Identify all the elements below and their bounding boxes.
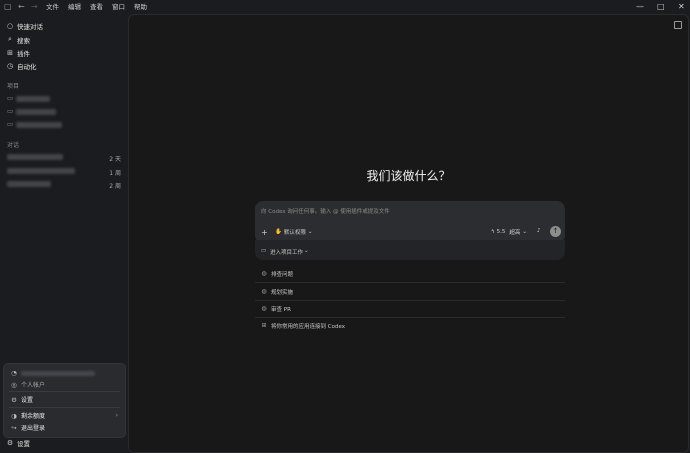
project-item[interactable] — [16, 96, 50, 102]
conversation-item[interactable] — [7, 168, 75, 174]
permission-label: 默认权限 — [283, 230, 306, 236]
popup-logout[interactable]: ↪ 退出登录 — [10, 423, 46, 433]
popup-settings[interactable]: ⚙ 设置 — [10, 395, 34, 405]
add-icon[interactable]: + — [261, 228, 268, 237]
close-icon[interactable]: ✕ — [678, 2, 685, 12]
menu-edit[interactable]: 编辑 — [68, 3, 81, 11]
nav-quick-chat[interactable]: ○ 快速对话 — [6, 20, 43, 31]
suggestion-item[interactable]: ◍ 排查问题 — [255, 265, 565, 283]
composer: 向 Codex 询问任何事。输入 @ 使用插件或提及文件 + ✋ 默认权限 ⌄ … — [255, 201, 565, 243]
nav-search[interactable]: ⌕ 搜索 — [6, 34, 30, 45]
folder-icon: ▭ — [7, 94, 14, 102]
conversations-section-label: 对话 — [7, 142, 20, 149]
suggestion-label: 规划实施 — [271, 289, 294, 296]
nav-plugins[interactable]: ⊞ 插件 — [6, 47, 30, 58]
account-email — [21, 370, 95, 376]
nav-plugins-label: 插件 — [17, 49, 30, 58]
menu-file[interactable]: 文件 — [46, 3, 59, 11]
project-item[interactable] — [16, 122, 62, 128]
suggestion-label: 排查问题 — [271, 271, 294, 278]
conversation-time: 2 天 — [109, 156, 121, 163]
chevron-down-icon: ⌄ — [304, 248, 309, 254]
search-icon: ⌕ — [8, 35, 12, 43]
gear-icon: ⚙ — [11, 395, 17, 404]
menu-view[interactable]: 查看 — [90, 3, 103, 11]
hand-icon: ✋ — [275, 229, 282, 235]
nav-quick-chat-label: 快速对话 — [17, 22, 43, 31]
minimize-icon[interactable]: — — [636, 2, 644, 12]
menu-window[interactable]: 窗口 — [112, 3, 125, 11]
conversation-item[interactable] — [7, 154, 63, 160]
project-work-label: 进入项目工作 — [270, 250, 304, 256]
chat-bubble-icon: ○ — [6, 21, 14, 30]
maximize-icon[interactable]: □ — [657, 2, 665, 12]
account-circle-icon: ◎ — [11, 380, 17, 389]
suggestion-item[interactable]: ◍ 审查 PR — [255, 300, 565, 318]
conversation-time: 1 周 — [109, 170, 121, 177]
bottom-settings[interactable]: ⚙ 设置 — [6, 437, 30, 448]
suggestion-item[interactable]: ◍ 规划实施 — [255, 283, 565, 301]
title-bar: ▢ ← → 文件 编辑 查看 窗口 帮助 — □ ✕ — [0, 0, 690, 14]
github-icon: ◍ — [261, 305, 267, 312]
suggestion-label: 审查 PR — [271, 306, 291, 313]
permission-dropdown[interactable]: ✋ 默认权限 ⌄ — [275, 228, 312, 236]
clock-icon: ◷ — [6, 61, 14, 70]
forward-icon[interactable]: → — [31, 2, 38, 12]
back-icon[interactable]: ← — [18, 2, 25, 12]
folder-icon: ▭ — [7, 107, 14, 115]
project-item[interactable] — [16, 109, 56, 115]
popup-divider — [9, 407, 120, 408]
account-type: 个人帐户 — [21, 382, 46, 389]
nav-automation[interactable]: ◷ 自动化 — [6, 60, 37, 71]
lightning-icon: ϟ — [491, 229, 495, 235]
panel-toggle-icon[interactable] — [674, 21, 682, 29]
suggestion-label: 将你常用的应用连接到 Codex — [271, 323, 345, 330]
model-dropdown[interactable]: ϟ 5.5 超高 ⌄ — [491, 228, 527, 236]
account-email-row: ◔ — [10, 369, 95, 377]
logout-icon: ↪ — [11, 423, 17, 432]
folder-icon: ▭ — [261, 248, 267, 254]
chevron-down-icon: ⌄ — [307, 229, 313, 235]
sidebar-toggle-icon[interactable]: ▢ — [4, 2, 12, 12]
conversation-time: 2 周 — [109, 183, 121, 190]
popup-divider — [9, 391, 120, 392]
microphone-icon[interactable]: ♪ — [537, 228, 541, 234]
main-panel: 我们该做什么？ 向 Codex 询问任何事。输入 @ 使用插件或提及文件 + ✋… — [128, 14, 689, 453]
popup-remaining-quota-label: 剩余额度 — [21, 413, 46, 420]
projects-section-label: 项目 — [7, 83, 20, 90]
bottom-settings-label: 设置 — [17, 439, 30, 448]
grid-icon: ⊞ — [7, 48, 13, 57]
grid-icon: ⊞ — [261, 322, 267, 329]
nav-automation-label: 自动化 — [17, 62, 37, 71]
suggestion-item[interactable]: ⊞ 将你常用的应用连接到 Codex — [255, 317, 565, 334]
folder-icon: ▭ — [7, 120, 14, 128]
chevron-down-icon: ⌄ — [522, 229, 528, 235]
menu-help[interactable]: 帮助 — [134, 3, 147, 11]
effort-label: 超高 — [509, 230, 521, 236]
nav-search-label: 搜索 — [17, 36, 30, 45]
user-icon: ◔ — [11, 369, 17, 377]
conversation-item[interactable] — [7, 181, 51, 187]
project-work-bar[interactable]: ▭ 进入项目工作 ⌄ — [255, 240, 565, 260]
popup-logout-label: 退出登录 — [21, 425, 46, 432]
chevron-right-icon: › — [115, 412, 118, 419]
model-label: 5.5 — [496, 229, 506, 235]
gear-icon: ⚙ — [6, 438, 14, 447]
github-icon: ◍ — [261, 288, 267, 295]
github-icon: ◍ — [261, 270, 267, 277]
popup-remaining-quota[interactable]: ◑ 剩余额度 › — [10, 411, 118, 421]
gauge-icon: ◑ — [11, 411, 17, 420]
account-popup: ◔ ◎ 个人帐户 ⚙ 设置 ◑ 剩余额度 › ↪ 退出登录 — [3, 363, 126, 438]
send-button[interactable]: ↑ — [550, 226, 561, 237]
account-type-row: ◎ 个人帐户 — [10, 380, 46, 390]
popup-settings-label: 设置 — [21, 397, 34, 404]
page-title: 我们该做什么？ — [366, 169, 451, 183]
prompt-input[interactable]: 向 Codex 询问任何事。输入 @ 使用插件或提及文件 — [261, 207, 390, 215]
